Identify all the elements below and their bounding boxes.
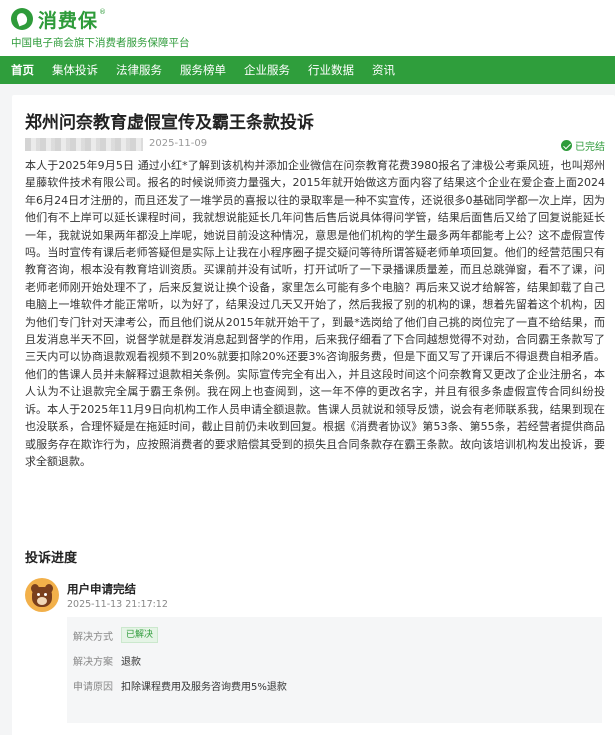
nav-item-enterprise-service[interactable]: 企业服务 bbox=[244, 56, 290, 84]
apply-reason-row: 申请原因 扣除课程费用及服务咨询费用5%退款 bbox=[73, 676, 287, 694]
registered-mark: ® bbox=[99, 8, 107, 16]
main-nav: 首页 集体投诉 法律服务 服务榜单 企业服务 行业数据 资讯 bbox=[0, 56, 615, 84]
complaint-title: 郑州问奈教育虚假宣传及霸王条款投诉 bbox=[25, 113, 314, 133]
complaint-body: 本人于2025年9月5日 通过小红*了解到该机构并添加企业微信在问奈教育花费39… bbox=[25, 159, 605, 468]
timeline-event-time: 2025-11-13 21:17:12 bbox=[67, 599, 168, 610]
bear-avatar-icon bbox=[25, 578, 59, 612]
nav-item-news[interactable]: 资讯 bbox=[372, 56, 395, 84]
site-logo[interactable]: 消费保 ® bbox=[11, 6, 106, 32]
complaint-meta: 2025-11-09 已完结 bbox=[25, 138, 605, 153]
complaint-card: 郑州问奈教育虚假宣传及霸王条款投诉 2025-11-09 已完结 本人于2025… bbox=[12, 95, 615, 735]
apply-reason-label: 申请原因 bbox=[73, 681, 113, 693]
nav-item-group-complaint[interactable]: 集体投诉 bbox=[52, 56, 98, 84]
blurred-username bbox=[25, 138, 143, 151]
nav-item-home[interactable]: 首页 bbox=[11, 56, 34, 84]
resolution-method-label: 解决方式 bbox=[73, 631, 113, 643]
resolution-details: 解决方式 已解决 解决方案 退款 申请原因 扣除课程费用及服务咨询费用5%退款 bbox=[67, 617, 602, 723]
status-badge: 已完结 bbox=[561, 138, 605, 153]
check-circle-icon bbox=[561, 140, 572, 151]
timeline-event-title: 用户申请完结 bbox=[67, 582, 136, 596]
leaf-logo-icon bbox=[11, 8, 33, 30]
resolution-plan-value: 退款 bbox=[121, 656, 141, 668]
resolution-method-badge: 已解决 bbox=[121, 627, 159, 643]
nav-item-industry-data[interactable]: 行业数据 bbox=[308, 56, 354, 84]
resolution-method-row: 解决方式 已解决 bbox=[73, 626, 159, 644]
progress-title: 投诉进度 bbox=[25, 551, 78, 566]
site-tagline: 中国电子商会旗下消费者服务保障平台 bbox=[11, 37, 190, 49]
post-date: 2025-11-09 bbox=[149, 138, 208, 149]
apply-reason-value: 扣除课程费用及服务咨询费用5%退款 bbox=[121, 681, 287, 693]
logo-text: 消费保 bbox=[38, 9, 99, 32]
resolution-plan-label: 解决方案 bbox=[73, 656, 113, 668]
nav-item-service-ranking[interactable]: 服务榜单 bbox=[180, 56, 226, 84]
site-header: 消费保 ® 中国电子商会旗下消费者服务保障平台 bbox=[0, 0, 615, 56]
nav-item-legal-service[interactable]: 法律服务 bbox=[116, 56, 162, 84]
status-text: 已完结 bbox=[575, 142, 605, 153]
resolution-plan-row: 解决方案 退款 bbox=[73, 651, 141, 669]
